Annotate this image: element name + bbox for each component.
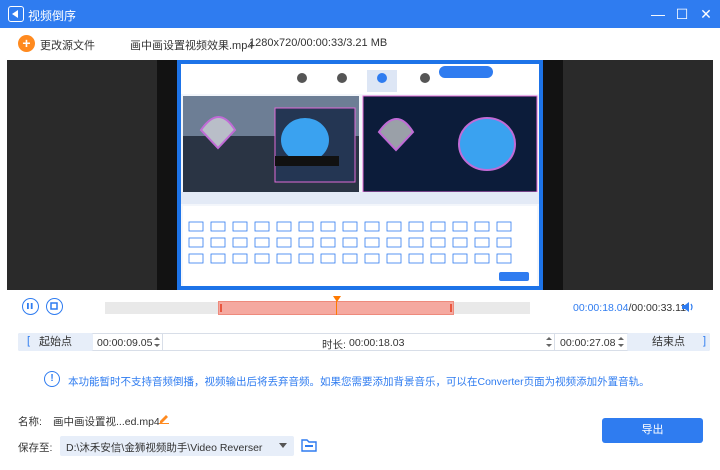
change-source-button[interactable]: 更改源文件 xyxy=(40,37,95,53)
timecode: 00:00:18.04/00:00:33.11 xyxy=(573,302,686,314)
playhead-line xyxy=(336,301,337,315)
pause-icon xyxy=(27,303,33,309)
close-button[interactable]: ✕ xyxy=(696,4,716,24)
current-time: 00:00:18.04 xyxy=(573,302,629,314)
total-time: 00:00:33.11 xyxy=(631,302,687,314)
minimize-button[interactable]: — xyxy=(648,4,668,24)
playhead-marker[interactable] xyxy=(333,296,341,302)
file-name: 画中画设置视频效果.mp4 xyxy=(130,40,254,52)
title-bar: 视频倒序 — ☐ ✕ xyxy=(0,0,720,28)
duration-stepper[interactable] xyxy=(545,333,553,351)
duration-label: 时长: xyxy=(322,339,346,351)
set-end-button[interactable]: 结束点 xyxy=(627,333,710,351)
pause-button[interactable] xyxy=(22,298,39,315)
start-button-label: 起始点 xyxy=(39,336,72,348)
divider xyxy=(162,334,163,350)
divider xyxy=(554,334,555,350)
stop-button[interactable] xyxy=(46,298,63,315)
video-frame xyxy=(157,60,563,290)
export-button[interactable]: 导出 xyxy=(602,418,703,443)
add-icon[interactable]: + xyxy=(18,35,35,52)
end-time-stepper[interactable] xyxy=(617,333,625,351)
output-name-field[interactable]: 画中画设置视...ed.mp4 xyxy=(53,414,160,429)
video-content-image xyxy=(177,60,543,290)
end-button-label: 结束点 xyxy=(652,336,685,348)
stop-icon xyxy=(50,302,58,310)
timeline-track[interactable] xyxy=(105,301,530,315)
save-to-label: 保存至: xyxy=(18,442,53,454)
duration-input[interactable]: 00:00:18.03 xyxy=(349,337,404,349)
end-time-input[interactable]: 00:00:27.08 xyxy=(560,337,615,349)
name-label: 名称: xyxy=(18,416,42,428)
end-bracket: ] xyxy=(703,335,707,347)
audio-notice: 本功能暂时不支持音频倒播，视频输出后将丢弃音频。如果您需要添加背景音乐，可以在C… xyxy=(68,376,650,388)
save-path-value: D:\沐禾安信\金狮视频助手\Video Reverser xyxy=(66,442,263,454)
maximize-button[interactable]: ☐ xyxy=(672,4,692,24)
chevron-down-icon[interactable] xyxy=(279,443,287,448)
info-icon: ! xyxy=(44,371,60,387)
start-bracket: [ xyxy=(27,335,31,347)
start-time-stepper[interactable] xyxy=(153,333,161,351)
app-icon xyxy=(8,6,24,22)
edit-pencil-icon[interactable] xyxy=(158,412,170,424)
file-info: 1280x720/00:00:33/3.21 MB xyxy=(249,37,388,49)
volume-icon[interactable] xyxy=(681,301,695,313)
start-time-input[interactable]: 00:00:09.05 xyxy=(97,337,152,349)
window-title: 视频倒序 xyxy=(28,9,77,23)
video-preview[interactable] xyxy=(7,60,713,290)
folder-icon[interactable] xyxy=(301,437,317,453)
